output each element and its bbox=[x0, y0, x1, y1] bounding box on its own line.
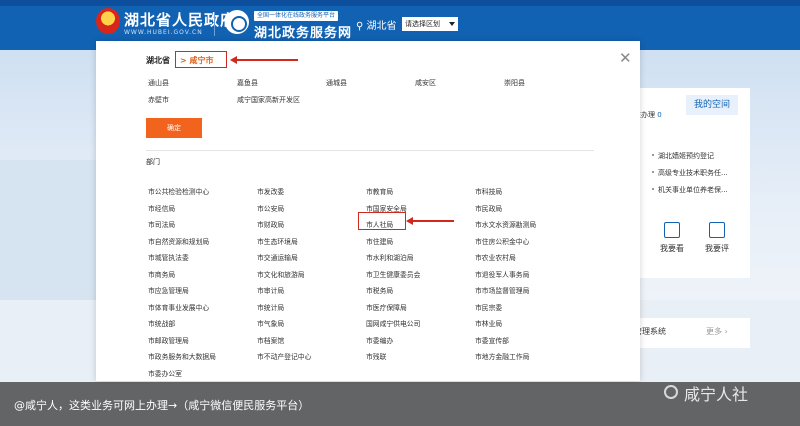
department-item[interactable]: 市档案馆 bbox=[257, 335, 284, 345]
news-item[interactable]: 高级专业技术职务任... bbox=[652, 168, 728, 178]
breadcrumb-city[interactable]: > 咸宁市 bbox=[180, 55, 214, 66]
close-icon[interactable]: ✕ bbox=[619, 50, 632, 66]
view-action-label: 我要看 bbox=[660, 244, 684, 253]
more-link[interactable]: 更多 › bbox=[706, 326, 728, 337]
department-item[interactable]: 市水利和湖泊局 bbox=[366, 252, 414, 262]
review-action[interactable]: 我要评 bbox=[699, 222, 735, 254]
department-item[interactable]: 市委办公室 bbox=[148, 368, 182, 378]
department-item[interactable]: 市审计局 bbox=[257, 285, 284, 295]
department-item[interactable]: 市医疗保障局 bbox=[366, 302, 407, 312]
section-divider bbox=[146, 150, 594, 151]
department-item[interactable]: 市住建局 bbox=[366, 236, 393, 246]
department-item[interactable]: 市统战部 bbox=[148, 318, 175, 328]
confirm-button[interactable]: 确定 bbox=[146, 118, 202, 138]
department-item[interactable]: 市生态环境局 bbox=[257, 236, 298, 246]
departments-heading: 部门 bbox=[146, 158, 160, 166]
phone-icon bbox=[664, 222, 680, 238]
watermark: 咸宁人社 bbox=[684, 385, 749, 404]
department-item[interactable]: 市水文水资源勘测局 bbox=[475, 219, 536, 229]
department-item[interactable]: 市住房公积金中心 bbox=[475, 236, 529, 246]
department-item[interactable]: 市退役军人事务局 bbox=[475, 269, 529, 279]
county-item[interactable]: 嘉鱼县 bbox=[237, 78, 258, 88]
my-space-button[interactable]: 我的空间 bbox=[686, 95, 738, 115]
department-item[interactable]: 市应急管理局 bbox=[148, 285, 189, 295]
department-item[interactable]: 市政务服务和大数据局 bbox=[148, 351, 216, 361]
view-action[interactable]: 我要看 bbox=[654, 222, 690, 254]
location-label: 湖北省 bbox=[366, 21, 397, 32]
department-item[interactable]: 市气象局 bbox=[257, 318, 284, 328]
department-item[interactable]: 市市场监督管理局 bbox=[475, 285, 529, 295]
news-item[interactable]: 机关事业单位养老保... bbox=[652, 185, 728, 195]
department-item[interactable]: 市司法局 bbox=[148, 219, 175, 229]
department-item[interactable]: 市商务局 bbox=[148, 269, 175, 279]
department-item[interactable]: 国网咸宁供电公司 bbox=[366, 318, 420, 328]
arrow-left-icon bbox=[406, 217, 454, 225]
department-item[interactable]: 市财政局 bbox=[257, 219, 284, 229]
service-badge: 全国一体化在线政务服务平台 bbox=[254, 11, 339, 21]
department-item[interactable]: 市交通运输局 bbox=[257, 252, 298, 262]
county-item[interactable]: 咸宁国家高新开发区 bbox=[237, 95, 300, 105]
arrow-left-icon bbox=[230, 56, 298, 64]
banner-building bbox=[0, 160, 96, 300]
department-item[interactable]: 市邮政管理局 bbox=[148, 335, 189, 345]
chevron-down-icon bbox=[449, 22, 455, 26]
service-logo-icon bbox=[225, 10, 249, 34]
county-item[interactable]: 崇阳县 bbox=[504, 78, 525, 88]
department-item[interactable]: 市国家安全局 bbox=[366, 203, 407, 213]
department-item[interactable]: 市发改委 bbox=[257, 186, 284, 196]
breadcrumb-province[interactable]: 湖北省 bbox=[146, 55, 170, 66]
department-item[interactable]: 市体育事业发展中心 bbox=[148, 302, 209, 312]
comment-icon bbox=[709, 222, 725, 238]
department-item[interactable]: 市科技局 bbox=[475, 186, 502, 196]
department-item[interactable]: 市城管执法委 bbox=[148, 252, 189, 262]
department-item[interactable]: 市自然资源和规划局 bbox=[148, 236, 209, 246]
department-item[interactable]: 市民宗委 bbox=[475, 302, 502, 312]
department-highlight-box bbox=[358, 212, 406, 230]
region-select[interactable]: 请选择区划 bbox=[402, 17, 458, 31]
national-emblem-icon bbox=[96, 8, 120, 34]
header-divider bbox=[214, 12, 215, 36]
more-label: 更多 bbox=[706, 327, 722, 336]
department-item[interactable]: 市委编办 bbox=[366, 335, 393, 345]
department-item[interactable]: 市公安局 bbox=[257, 203, 284, 213]
service-site-title[interactable]: 湖北政务服务网 bbox=[254, 22, 352, 41]
department-item[interactable]: 市教育局 bbox=[366, 186, 393, 196]
review-action-label: 我要评 bbox=[705, 244, 729, 253]
department-item[interactable]: 市文化和旅游局 bbox=[257, 269, 305, 279]
news-item[interactable]: 湖北嫱姬预约登记 bbox=[652, 151, 714, 161]
county-item[interactable]: 赤壁市 bbox=[148, 95, 169, 105]
department-item[interactable]: 市经信局 bbox=[148, 203, 175, 213]
department-item[interactable]: 市委宣传部 bbox=[475, 335, 509, 345]
department-item[interactable]: 市卫生健康委员会 bbox=[366, 269, 420, 279]
online-count: 0 bbox=[657, 111, 662, 119]
department-item[interactable]: 市不动产登记中心 bbox=[257, 351, 311, 361]
region-select-label: 请选择区划 bbox=[405, 20, 440, 28]
department-item[interactable]: 市税务局 bbox=[366, 285, 393, 295]
gov-site-title[interactable]: 湖北省人民政府 bbox=[124, 9, 236, 30]
department-item[interactable]: 市农业农村局 bbox=[475, 252, 516, 262]
department-item[interactable]: 市林业局 bbox=[475, 318, 502, 328]
gov-site-domain: WWW.HUBEI.GOV.CN bbox=[124, 29, 203, 36]
wechat-icon bbox=[664, 385, 678, 399]
department-item[interactable]: 市地方金融工作局 bbox=[475, 351, 529, 361]
caption-text: @咸宁人，这类业务可网上办理→（咸宁微信便民服务平台） bbox=[14, 399, 310, 412]
department-item[interactable]: 市公共检验检测中心 bbox=[148, 186, 209, 196]
county-item[interactable]: 通山县 bbox=[148, 78, 169, 88]
county-item[interactable]: 通城县 bbox=[326, 78, 347, 88]
department-item[interactable]: 市统计局 bbox=[257, 302, 284, 312]
county-item[interactable]: 咸安区 bbox=[415, 78, 436, 88]
department-item[interactable]: 市残联 bbox=[366, 351, 386, 361]
department-item[interactable]: 市民政局 bbox=[475, 203, 502, 213]
location-indicator: ⚲ 湖北省 bbox=[356, 21, 397, 32]
